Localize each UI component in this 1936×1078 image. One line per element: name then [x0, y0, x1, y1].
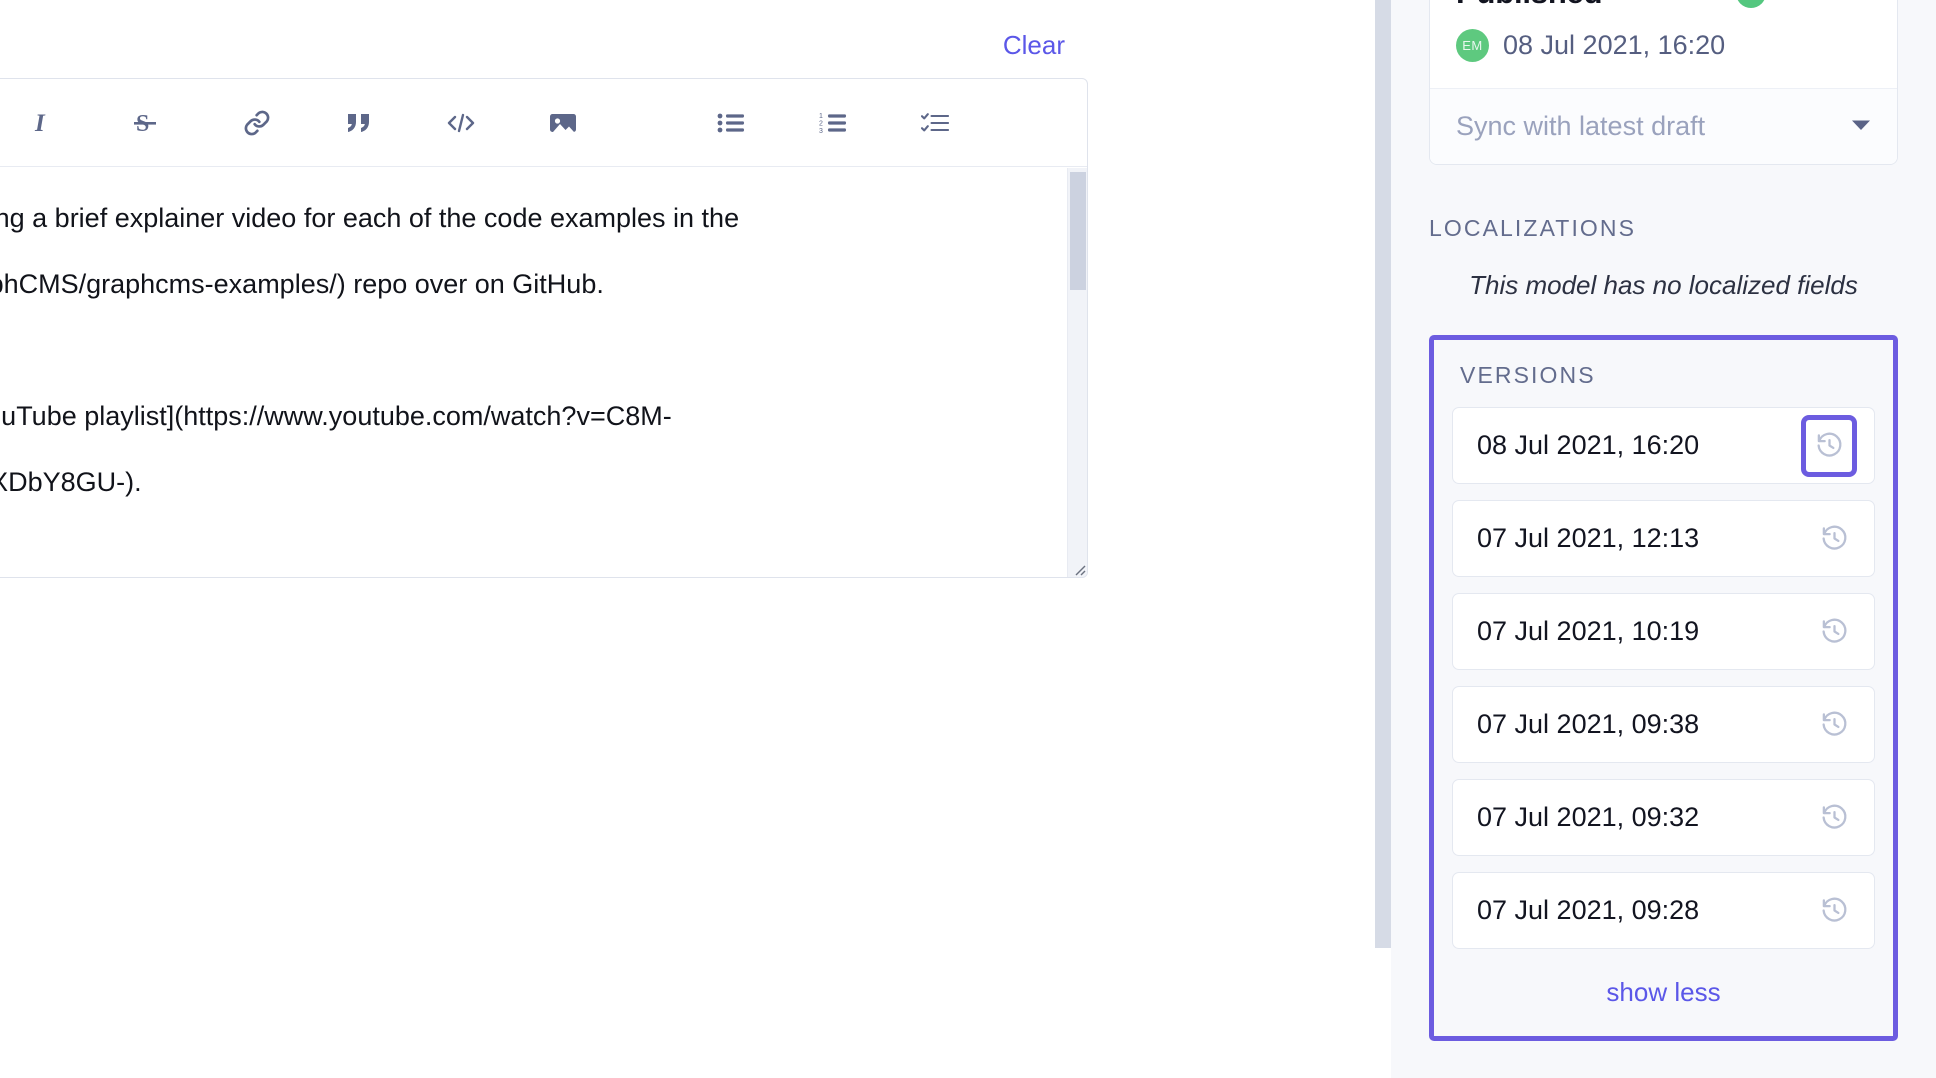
version-list-item[interactable]: 07 Jul 2021, 12:13	[1452, 500, 1875, 577]
sync-with-latest-draft-select[interactable]: Sync with latest draft	[1430, 88, 1897, 164]
version-date: 08 Jul 2021, 16:20	[1477, 430, 1699, 461]
svg-text:2: 2	[819, 120, 823, 127]
show-less-button[interactable]: show less	[1452, 965, 1875, 1022]
editor-resize-handle[interactable]	[1066, 556, 1086, 576]
svg-text:1: 1	[819, 113, 823, 120]
image-icon[interactable]	[535, 95, 591, 151]
localizations-section-title: LOCALIZATIONS	[1429, 215, 1898, 242]
content-sidebar: Published LATEST EM 08 Jul 2021, 16:20 S…	[1391, 0, 1936, 1078]
strikethrough-icon[interactable]: S	[117, 95, 173, 151]
history-icon[interactable]	[1816, 614, 1852, 650]
svg-text:3: 3	[819, 128, 823, 134]
version-date: 07 Jul 2021, 09:32	[1477, 802, 1699, 833]
svg-text:I: I	[34, 110, 46, 136]
italic-icon[interactable]: I	[15, 95, 71, 151]
editor-vertical-scrollbar[interactable]	[1067, 168, 1087, 578]
versions-section-title: VERSIONS	[1452, 356, 1875, 407]
version-date: 07 Jul 2021, 12:13	[1477, 523, 1699, 554]
markdown-editor-pane: Clear I S	[0, 0, 1375, 1078]
version-list-item[interactable]: 08 Jul 2021, 16:20	[1452, 407, 1875, 484]
history-icon[interactable]	[1816, 707, 1852, 743]
pane-divider-scroll-track[interactable]	[1375, 0, 1391, 1078]
code-icon[interactable]	[433, 95, 489, 151]
sync-label: Sync with latest draft	[1456, 111, 1705, 142]
published-card: Published LATEST EM 08 Jul 2021, 16:20 S…	[1429, 0, 1898, 165]
chevron-down-icon[interactable]	[1851, 118, 1871, 136]
pane-divider-gap	[1375, 948, 1391, 1078]
status-badge: LATEST	[1736, 0, 1871, 8]
published-date: 08 Jul 2021, 16:20	[1503, 30, 1725, 61]
editor-textarea[interactable]: I have been making a brief explainer vid…	[0, 167, 1087, 578]
link-icon[interactable]	[229, 95, 285, 151]
versions-list: 08 Jul 2021, 16:20 07 Jul 2021, 12:13 07…	[1452, 407, 1875, 949]
version-list-item[interactable]: 07 Jul 2021, 09:38	[1452, 686, 1875, 763]
check-circle-icon	[1736, 0, 1766, 8]
editor-content-text: I have been making a brief explainer vid…	[0, 185, 1087, 578]
version-list-item[interactable]: 07 Jul 2021, 09:28	[1452, 872, 1875, 949]
localizations-empty-message: This model has no localized fields	[1429, 270, 1898, 301]
markdown-editor-box: I S	[0, 78, 1088, 578]
history-icon[interactable]	[1816, 521, 1852, 557]
checklist-icon[interactable]	[907, 95, 963, 151]
history-icon[interactable]	[1816, 800, 1852, 836]
editor-toolbar: I S	[0, 79, 1087, 167]
editor-scrollbar-thumb[interactable]	[1070, 172, 1086, 290]
avatar: EM	[1456, 29, 1489, 62]
version-date: 07 Jul 2021, 09:38	[1477, 709, 1699, 740]
version-date: 07 Jul 2021, 10:19	[1477, 616, 1699, 647]
history-icon[interactable]	[1806, 420, 1852, 472]
clear-row: Clear	[1003, 28, 1065, 62]
clear-button[interactable]: Clear	[1003, 32, 1065, 58]
bulleted-list-icon[interactable]	[703, 95, 759, 151]
version-list-item[interactable]: 07 Jul 2021, 09:32	[1452, 779, 1875, 856]
version-date: 07 Jul 2021, 09:28	[1477, 895, 1699, 926]
versions-panel: VERSIONS 08 Jul 2021, 16:20 07 Jul 2021,…	[1429, 335, 1898, 1041]
published-meta-row: EM 08 Jul 2021, 16:20	[1456, 29, 1871, 62]
published-header: Published LATEST	[1456, 0, 1871, 11]
version-list-item[interactable]: 07 Jul 2021, 10:19	[1452, 593, 1875, 670]
numbered-list-icon[interactable]: 1 2 3	[805, 95, 861, 151]
quote-icon[interactable]	[331, 95, 387, 151]
published-card-body: Published LATEST EM 08 Jul 2021, 16:20	[1430, 0, 1897, 88]
latest-label: LATEST	[1776, 0, 1871, 6]
published-title: Published	[1456, 0, 1602, 11]
history-icon[interactable]	[1816, 893, 1852, 929]
